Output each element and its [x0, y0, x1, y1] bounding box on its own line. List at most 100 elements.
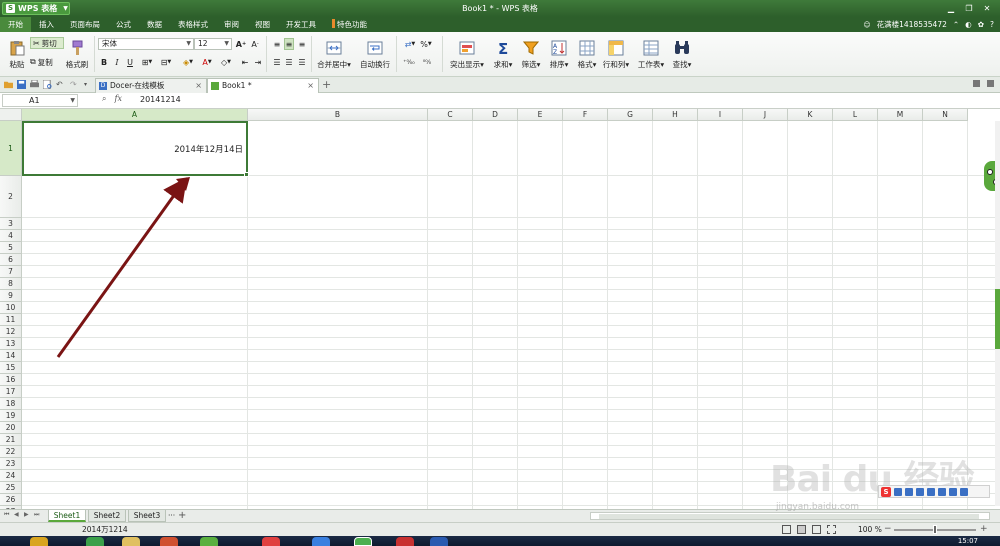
zoom-level[interactable]: 100 % — [858, 523, 882, 536]
close-icon[interactable]: × — [195, 79, 202, 92]
fill-color-icon[interactable]: ◈ ▼ — [180, 56, 196, 68]
user-name[interactable]: 花满楼1418535472 — [877, 19, 947, 30]
horizontal-scrollbar[interactable] — [590, 512, 990, 520]
decrease-font-icon[interactable]: A- — [250, 38, 260, 50]
close-icon[interactable]: × — [307, 79, 314, 92]
tab-view[interactable]: 视图 — [247, 17, 278, 32]
doc-tab-docer[interactable]: D Docer-在线模板 × — [95, 78, 207, 93]
close-doc-icon[interactable] — [987, 80, 994, 87]
save-icon[interactable] — [17, 80, 26, 89]
ime-punctuation-icon[interactable] — [905, 487, 913, 496]
tab-data[interactable]: 数据 — [139, 17, 170, 32]
wrap-text-button[interactable]: 自动换行 — [358, 36, 392, 70]
cell-border-style-icon[interactable]: ⊟ ▼ — [158, 56, 174, 68]
spreadsheet-grid[interactable]: ABCDEFGHIJKLMN 1 2 3 4 5 6 7 8 9 10 11 12 13 14 15 16 17… — [0, 109, 1000, 509]
taskbar-folder-icon[interactable] — [30, 537, 48, 546]
tab-special-features[interactable]: 特色功能 — [324, 17, 375, 32]
ime-mode-icon[interactable] — [894, 487, 902, 496]
restore-doc-icon[interactable] — [973, 80, 980, 87]
taskbar-app-icon[interactable] — [200, 537, 218, 546]
taskbar-app-icon[interactable] — [396, 537, 414, 546]
taskbar-app-icon[interactable] — [122, 537, 140, 546]
scroll-thumb[interactable] — [995, 289, 1000, 349]
italic-icon[interactable]: I — [112, 56, 122, 68]
print-preview-icon[interactable] — [43, 80, 52, 89]
ime-voice-icon[interactable] — [916, 487, 924, 496]
ime-keyboard-icon[interactable] — [927, 487, 935, 496]
taskbar-app-icon[interactable] — [262, 537, 280, 546]
zoom-out-icon[interactable]: − — [884, 523, 892, 536]
font-size-select[interactable]: 12 ▼ — [194, 38, 232, 50]
tab-home[interactable]: 开始 — [0, 17, 31, 32]
collapse-ribbon-icon[interactable]: ⌃ — [953, 20, 959, 29]
taskbar-wps-icon[interactable] — [354, 537, 372, 546]
increase-decimal-icon[interactable]: ⁺⁰⁄₀₀ — [402, 56, 416, 68]
highlight-button[interactable]: 突出显示▾ — [448, 36, 486, 70]
merge-center-button[interactable]: 合并居中▾ — [316, 36, 352, 70]
tab-table-style[interactable]: 表格样式 — [170, 17, 216, 32]
name-box[interactable]: A1 ▼ — [2, 94, 78, 107]
filter-button[interactable]: 筛选▾ — [518, 36, 544, 70]
tab-formulas[interactable]: 公式 — [108, 17, 139, 32]
taskbar-app-icon[interactable] — [312, 537, 330, 546]
user-avatar-icon[interactable]: ☺ — [863, 21, 870, 29]
cut-button[interactable]: ✂ 剪切 — [30, 37, 64, 49]
taskbar-app-icon[interactable] — [86, 537, 104, 546]
font-name-select[interactable]: 宋体 ▼ — [98, 38, 194, 50]
maximize-icon[interactable]: ❐ — [960, 2, 978, 14]
more-sheets-icon[interactable]: ··· — [168, 510, 175, 522]
taskbar-app-icon[interactable] — [160, 537, 178, 546]
tab-developer[interactable]: 开发工具 — [278, 17, 324, 32]
underline-icon[interactable]: U — [125, 56, 135, 68]
sheet-tab-sheet3[interactable]: Sheet3 — [128, 510, 166, 522]
sheet-tab-sheet2[interactable]: Sheet2 — [88, 510, 126, 522]
tab-insert[interactable]: 插入 — [31, 17, 62, 32]
percent-icon[interactable]: % ▼ — [418, 38, 434, 50]
new-tab-icon[interactable]: + — [322, 77, 331, 92]
zoom-lookup-icon[interactable]: ⌕ — [102, 94, 106, 104]
first-sheet-icon[interactable]: ⏮ — [4, 511, 9, 519]
fx-icon[interactable]: fx — [114, 94, 121, 104]
worksheet-button[interactable]: 工作表▾ — [636, 36, 666, 70]
decrease-decimal-icon[interactable]: ⁰⁰⁄₀ — [420, 56, 434, 68]
scroll-thumb[interactable] — [599, 514, 979, 519]
ime-tools-icon[interactable] — [949, 487, 957, 496]
help-icon[interactable]: ? — [990, 20, 994, 29]
page-break-view-icon[interactable] — [797, 525, 806, 534]
page-layout-view-icon[interactable] — [812, 525, 821, 534]
sum-button[interactable]: Σ 求和▾ — [490, 36, 516, 70]
close-icon[interactable]: ✕ — [978, 2, 996, 14]
open-folder-icon[interactable] — [4, 80, 13, 89]
taskbar-app-icon[interactable] — [430, 537, 448, 546]
border-icon[interactable]: ⊞ ▼ — [139, 56, 155, 68]
doc-tab-book1[interactable]: Book1 * × — [207, 78, 319, 93]
format-painter-button[interactable]: 格式刷 — [64, 36, 90, 70]
skin-icon[interactable]: ◐ — [965, 20, 972, 29]
sort-button[interactable]: AZ 排序▾ — [546, 36, 572, 70]
settings-icon[interactable]: ✿ — [978, 20, 984, 29]
zoom-slider-thumb[interactable] — [933, 525, 937, 534]
align-left-icon[interactable]: ☰ — [272, 56, 282, 68]
quick-access-more-icon[interactable]: ▾ — [84, 80, 93, 89]
minimize-icon[interactable]: ▁ — [942, 2, 960, 14]
last-sheet-icon[interactable]: ⏭ — [34, 511, 39, 519]
tab-review[interactable]: 审阅 — [216, 17, 247, 32]
align-bottom-icon[interactable]: ≡ — [297, 38, 307, 50]
bold-icon[interactable]: B — [99, 56, 109, 68]
align-center-icon[interactable]: ☰ — [284, 56, 294, 68]
next-sheet-icon[interactable]: ▶ — [24, 511, 29, 518]
ime-settings-icon[interactable] — [960, 487, 968, 496]
paste-button[interactable]: 粘贴 — [6, 36, 28, 70]
format-button[interactable]: 格式▾ — [574, 36, 600, 70]
sheet-tab-sheet1[interactable]: Sheet1 — [48, 510, 86, 522]
normal-view-icon[interactable] — [782, 525, 791, 534]
sogou-ime-icon[interactable]: S — [881, 486, 891, 497]
copy-button[interactable]: ⧉ 复制 — [30, 56, 53, 68]
tab-page-layout[interactable]: 页面布局 — [62, 17, 108, 32]
align-top-icon[interactable]: ≡ — [272, 38, 282, 50]
print-icon[interactable] — [30, 80, 39, 89]
undo-icon[interactable]: ↶ — [56, 80, 65, 89]
find-button[interactable]: 查找▾ — [668, 36, 696, 70]
zoom-in-icon[interactable]: + — [980, 523, 988, 536]
clear-format-icon[interactable]: ◇ ▼ — [218, 56, 234, 68]
